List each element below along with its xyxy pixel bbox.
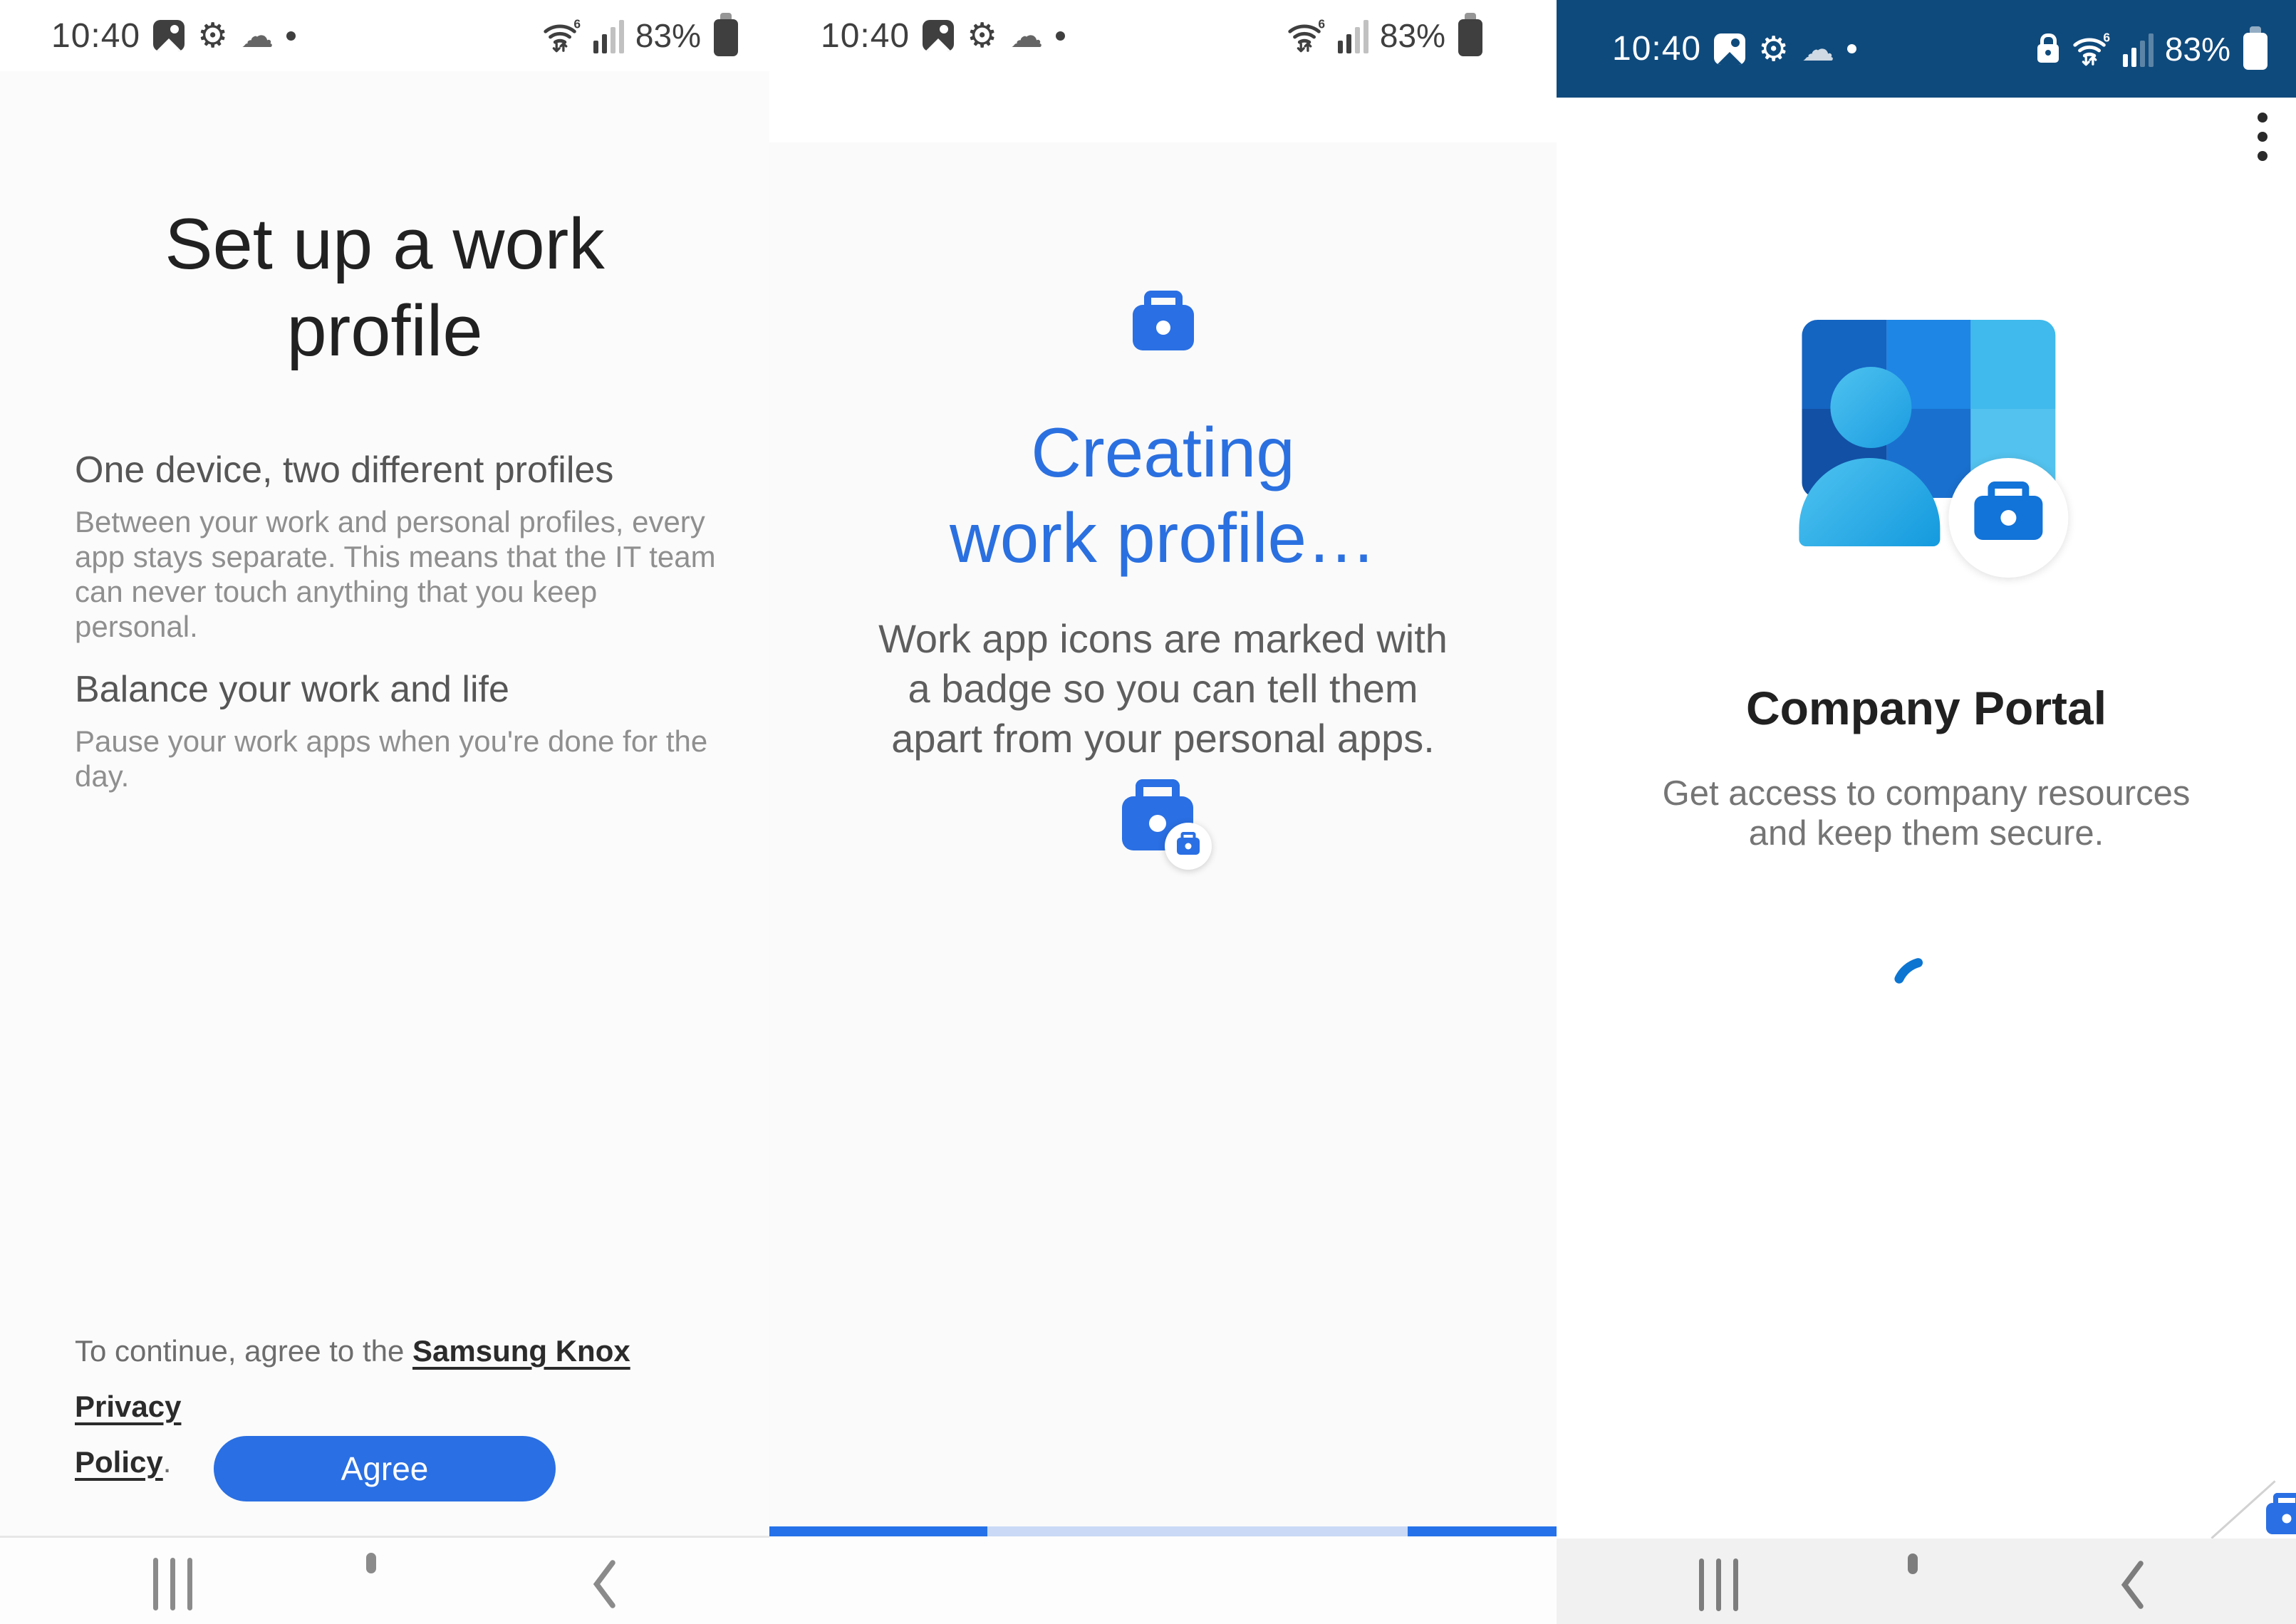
navigation-bar bbox=[1557, 1539, 2296, 1624]
status-time: 10:40 bbox=[1612, 29, 1701, 68]
signal-icon bbox=[1338, 18, 1368, 53]
work-briefcase-icon bbox=[1133, 305, 1194, 354]
gear-icon: ⚙ bbox=[967, 19, 997, 53]
section-heading-profiles: One device, two different profiles bbox=[75, 449, 613, 491]
creating-profile-title: Creating work profile… bbox=[769, 410, 1557, 581]
home-button[interactable] bbox=[366, 1558, 376, 1568]
clipped-work-briefcase-icon bbox=[2266, 1503, 2296, 1538]
back-button[interactable] bbox=[591, 1558, 617, 1613]
creating-profile-description: Work app icons are marked with a badge s… bbox=[769, 614, 1557, 764]
lock-icon bbox=[2037, 44, 2059, 63]
back-icon bbox=[2119, 1558, 2145, 1611]
status-bar: 10:40 ⚙ ☁ 6 83% bbox=[0, 0, 769, 71]
battery-percent: 83% bbox=[635, 16, 701, 55]
section-body-profiles: Between your work and personal profiles,… bbox=[75, 504, 716, 644]
recents-button[interactable] bbox=[1699, 1558, 1738, 1611]
gallery-icon bbox=[923, 20, 954, 51]
overflow-menu-button[interactable] bbox=[2253, 108, 2272, 165]
notification-dot bbox=[1056, 31, 1065, 41]
status-bar: 10:40 ⚙ ☁ 6 83% bbox=[1557, 0, 2296, 98]
logo-person-head bbox=[1830, 367, 1911, 448]
battery-icon bbox=[714, 19, 738, 56]
back-button[interactable] bbox=[2119, 1558, 2145, 1613]
panel-creating-work-profile: 10:40 ⚙ ☁ 6 83% bbox=[769, 0, 1557, 1624]
home-icon bbox=[366, 1553, 376, 1573]
signal-icon bbox=[593, 18, 624, 53]
logo-briefcase-badge bbox=[1948, 458, 2068, 578]
app-subtitle: Get access to company resources and keep… bbox=[1557, 774, 2296, 853]
notification-dot bbox=[286, 31, 296, 41]
svg-text:6: 6 bbox=[2103, 31, 2110, 44]
wifi-icon: 6 bbox=[1285, 17, 1326, 54]
privacy-policy-link-line2[interactable]: Policy bbox=[75, 1445, 163, 1479]
home-icon bbox=[1908, 1553, 1918, 1574]
panel-company-portal: 10:40 ⚙ ☁ 6 83% bbox=[1557, 0, 2296, 1624]
navigation-bar bbox=[0, 1538, 769, 1624]
cloud-icon: ☁ bbox=[1802, 33, 1834, 66]
page-title: Set up a work profile bbox=[0, 201, 769, 375]
cloud-icon: ☁ bbox=[1010, 19, 1043, 52]
status-bar: 10:40 ⚙ ☁ 6 83% bbox=[769, 0, 1557, 71]
company-portal-logo bbox=[1799, 317, 2069, 585]
agree-button[interactable]: Agree bbox=[214, 1436, 556, 1501]
gear-icon: ⚙ bbox=[197, 19, 228, 53]
battery-icon bbox=[2243, 33, 2268, 70]
progress-fill-right bbox=[1408, 1526, 1557, 1536]
status-time: 10:40 bbox=[821, 16, 910, 56]
svg-text:6: 6 bbox=[1318, 17, 1325, 31]
indeterminate-progress-bar bbox=[769, 1526, 1557, 1536]
badged-work-briefcase-icon bbox=[1122, 796, 1193, 854]
gallery-icon bbox=[1714, 33, 1745, 65]
status-time: 10:40 bbox=[51, 16, 140, 56]
recents-button[interactable] bbox=[153, 1558, 192, 1610]
gallery-icon bbox=[153, 20, 185, 51]
screenshot-triptych: 10:40 ⚙ ☁ 6 83% Set bbox=[0, 0, 2296, 1624]
gear-icon: ⚙ bbox=[1758, 32, 1789, 66]
back-icon bbox=[591, 1558, 617, 1610]
cp-logo-tile bbox=[1971, 320, 2056, 409]
notification-dot bbox=[1847, 44, 1856, 53]
app-title: Company Portal bbox=[1557, 681, 2296, 735]
wifi-icon: 6 bbox=[541, 17, 582, 54]
battery-percent: 83% bbox=[2165, 30, 2230, 68]
battery-icon bbox=[1458, 19, 1482, 56]
section-body-balance: Pause your work apps when you're done fo… bbox=[75, 724, 716, 793]
svg-text:6: 6 bbox=[573, 17, 581, 31]
wifi-icon: 6 bbox=[2070, 31, 2111, 68]
bottom-spacer bbox=[769, 1536, 1557, 1624]
progress-fill-left bbox=[769, 1526, 987, 1536]
loading-spinner bbox=[1882, 947, 1970, 1036]
signal-icon bbox=[2123, 31, 2154, 67]
section-heading-balance: Balance your work and life bbox=[75, 668, 509, 711]
work-badge-icon bbox=[1165, 823, 1212, 870]
panel-work-profile-setup: 10:40 ⚙ ☁ 6 83% Set bbox=[0, 0, 769, 1624]
battery-percent: 83% bbox=[1380, 16, 1445, 55]
cloud-icon: ☁ bbox=[241, 19, 274, 52]
home-button[interactable] bbox=[1908, 1558, 1918, 1569]
